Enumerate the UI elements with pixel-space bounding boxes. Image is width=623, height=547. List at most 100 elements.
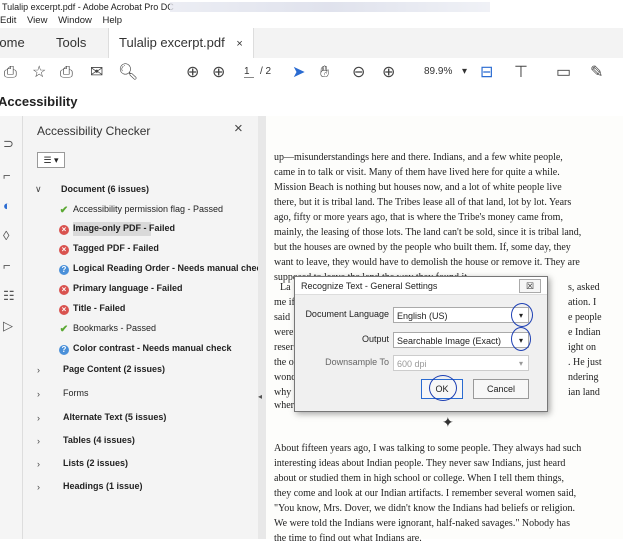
rail-reading-order-icon[interactable]: ⊃ — [3, 136, 14, 152]
page-line: up—misunderstandings here and there. Ind… — [274, 152, 563, 163]
chevron-right-icon[interactable]: › — [37, 436, 40, 446]
left-rail: ⊃ ⌐ ◐ ◊ ⌐ ☷ ▷ — [0, 116, 23, 539]
save-icon[interactable]: ⎙ — [4, 64, 17, 82]
downsample-label: Downsample To — [325, 357, 389, 367]
page-fragment: . He just — [568, 357, 602, 368]
chevron-right-icon[interactable]: › — [37, 413, 40, 423]
check-item[interactable]: ? Logical Reading Order - Needs manual ch… — [59, 263, 267, 275]
close-icon[interactable]: × — [234, 120, 243, 137]
language-value: English (US) — [397, 311, 448, 321]
page-fragment: ndering — [568, 372, 599, 383]
comment-icon[interactable]: ▭ — [556, 64, 571, 82]
rail-tags-icon[interactable]: ◊ — [3, 228, 9, 243]
email-icon[interactable]: ✉ — [90, 64, 103, 82]
menu-edit[interactable]: Edit — [0, 15, 16, 26]
document-language-label: Document Language — [305, 309, 389, 319]
downsample-select[interactable]: 600 dpi ▾ — [393, 355, 529, 371]
downsample-value: 600 dpi — [397, 359, 427, 369]
select-cursor-icon[interactable]: ➤ — [292, 64, 305, 82]
chevron-right-icon[interactable]: › — [37, 482, 40, 492]
zoom-out-icon[interactable]: ⊖ — [352, 64, 365, 82]
page-line: they come and look at our Indian artifac… — [274, 488, 577, 499]
check-item[interactable]: ✔ Bookmarks - Passed — [59, 323, 156, 335]
page-fragment: said — [274, 312, 291, 323]
close-icon[interactable]: × — [236, 38, 242, 50]
chevron-right-icon[interactable]: › — [37, 389, 40, 399]
rail-expand-icon[interactable]: ▷ — [3, 318, 13, 334]
document-language-select[interactable]: English (US) ▾ — [393, 307, 529, 323]
tab-home[interactable]: Home — [0, 28, 25, 58]
check-item[interactable]: × Image-only PDF - Failed — [59, 223, 175, 235]
chevron-down-icon[interactable]: ▾ — [462, 66, 467, 77]
fit-page-icon[interactable]: ⊟ — [480, 64, 493, 82]
output-select[interactable]: Searchable Image (Exact) ▾ — [393, 332, 529, 348]
fail-x-icon: × — [59, 305, 69, 315]
accessibility-title: Accessibility — [0, 94, 78, 109]
rail-accessibility-icon[interactable]: ◐ — [3, 198, 11, 213]
highlight-pen-icon[interactable]: ✎ — [590, 64, 603, 82]
search-icon[interactable]: 🔍︎ — [118, 64, 138, 82]
dialog-title: Recognize Text - General Settings — [301, 281, 438, 291]
page-fragment: ation. I — [568, 297, 597, 308]
menu-window[interactable]: Window — [58, 15, 92, 26]
tree-group[interactable]: Headings (1 issue) — [63, 481, 143, 491]
page-line: about or studied them in high school or … — [274, 473, 565, 484]
chevron-down-icon[interactable]: ∨ — [35, 184, 42, 195]
check-item[interactable]: ✔ Accessibility permission flag - Passed — [59, 204, 223, 216]
fail-x-icon: × — [59, 245, 69, 255]
cancel-button[interactable]: Cancel — [473, 379, 529, 399]
output-value: Searchable Image (Exact) — [397, 336, 502, 346]
page-line: there, but it is tribal land. The Tribes… — [274, 197, 572, 208]
zoom-in-icon[interactable]: ⊕ — [382, 64, 395, 82]
page-fragment: ian land — [568, 387, 600, 398]
accessibility-checker-panel: Accessibility Checker × ☰ ▾ ∨ Document (… — [23, 116, 267, 539]
dialog-close-button[interactable]: ☒ — [519, 279, 541, 293]
check-item[interactable]: × Title - Failed — [59, 303, 125, 315]
menu-help[interactable]: Help — [103, 15, 123, 26]
page-fragment: were — [274, 327, 294, 338]
hand-tool-icon[interactable]: ✋︎ — [320, 64, 329, 82]
accessibility-pane-header: Accessibility — [0, 88, 623, 117]
tree-group[interactable]: Lists (2 issues) — [63, 458, 128, 468]
tree-document[interactable]: Document (6 issues) — [61, 184, 149, 194]
page-number-input[interactable]: 1 — [244, 66, 254, 78]
annotation-circle — [511, 303, 533, 327]
panel-collapse-handle[interactable]: ◂ — [258, 116, 266, 539]
check-item[interactable]: × Primary language - Failed — [59, 283, 183, 295]
tab-tools[interactable]: Tools — [56, 28, 86, 58]
print-icon[interactable]: ⎙ — [60, 64, 73, 82]
rail-content-icon[interactable]: ☷ — [3, 288, 15, 304]
page-line: "You know, Mrs. Dover, we didn't know th… — [274, 503, 576, 514]
scroll-mode-icon[interactable]: ⊤ — [514, 64, 528, 82]
chevron-right-icon[interactable]: › — [37, 459, 40, 469]
tree-group[interactable]: Alternate Text (5 issues) — [63, 412, 166, 422]
rail-attachments-icon[interactable]: ⌐ — [3, 258, 11, 273]
window-title: Tulalip excerpt.pdf - Adobe Acrobat Pro … — [2, 2, 174, 12]
page-fragment: s, asked — [568, 282, 600, 293]
options-menu-button[interactable]: ☰ ▾ — [37, 152, 65, 168]
check-item[interactable]: ? Color contrast - Needs manual check — [59, 343, 232, 355]
chevron-down-icon[interactable]: ▾ — [519, 356, 523, 372]
bookmark-star-icon[interactable]: ☆ — [32, 64, 46, 82]
page-fragment: e Indian — [568, 327, 601, 338]
rail-pages-icon[interactable]: ⌐ — [3, 168, 11, 183]
tree-group[interactable]: Page Content (2 issues) — [63, 364, 165, 374]
chevron-left-icon[interactable]: ◂ — [258, 392, 262, 401]
next-page-icon[interactable]: ⊕ — [212, 64, 225, 82]
zoom-level[interactable]: 89.9% — [424, 66, 452, 77]
menu-bar: Edit View Window Help — [0, 14, 623, 28]
chevron-right-icon[interactable]: › — [37, 365, 40, 375]
prev-page-icon[interactable]: ⊕ — [186, 64, 199, 82]
tree-group[interactable]: Tables (4 issues) — [63, 435, 135, 445]
tree-group[interactable]: Forms — [63, 388, 89, 398]
output-label: Output — [361, 334, 389, 344]
page-fragment: ight on — [568, 342, 597, 353]
toolbar: ⎙ ☆ ⎙ ✉ 🔍︎ ⊕ ⊕ 1 / 2 ➤ ✋︎ ⊖ ⊕ 89.9% ▾ ⊟ … — [0, 58, 623, 89]
page-line: interesting ideas about Indian people. T… — [274, 458, 566, 469]
tab-document[interactable]: Tulalip excerpt.pdf × — [108, 28, 254, 58]
menu-view[interactable]: View — [27, 15, 47, 26]
page-line: Mission Beach is nothing but houses now,… — [274, 182, 562, 193]
check-item[interactable]: × Tagged PDF - Failed — [59, 243, 159, 255]
question-icon: ? — [59, 345, 69, 355]
page-total: / 2 — [260, 66, 272, 77]
